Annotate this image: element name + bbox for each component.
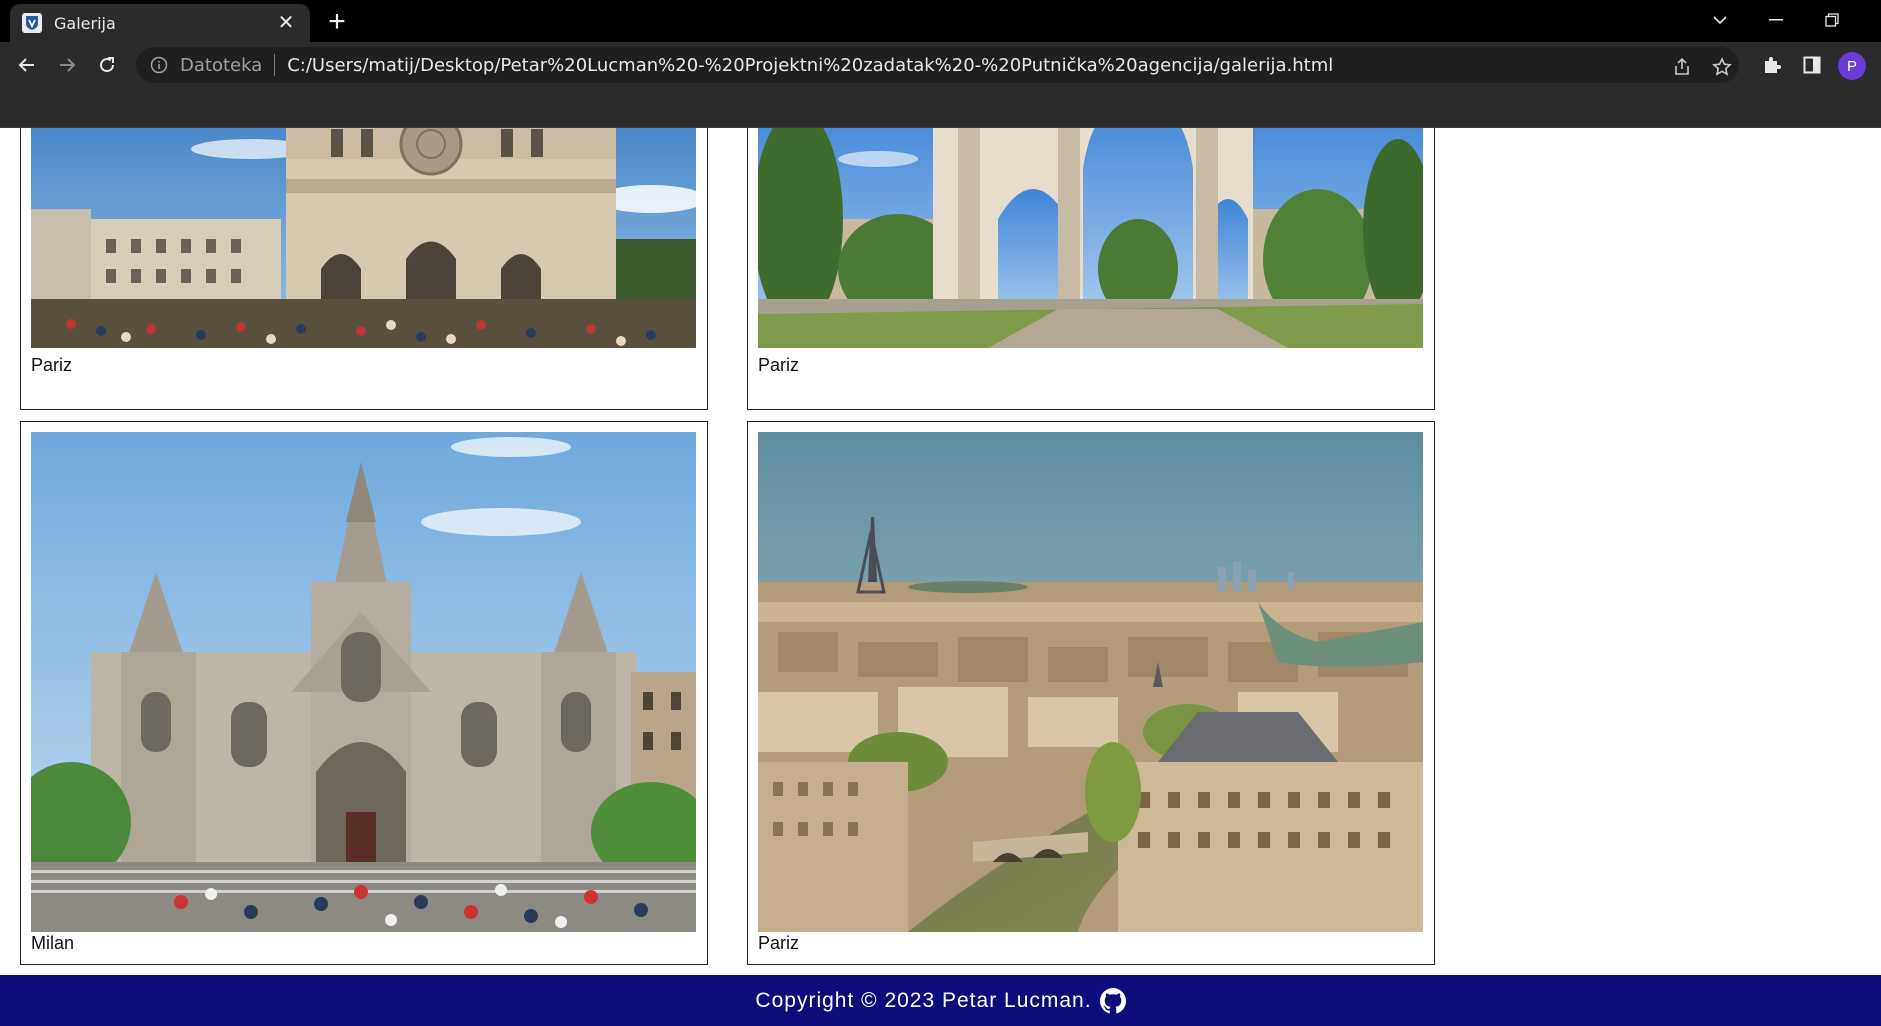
gallery-caption: Pariz bbox=[31, 355, 73, 375]
new-tab-button[interactable]: + bbox=[322, 7, 352, 38]
gallery-card: Pariz bbox=[747, 128, 1435, 410]
gallery-caption: Pariz bbox=[758, 355, 800, 375]
page-content: Pariz Pariz Milan Pariz bbox=[0, 128, 1881, 1026]
omnibox-scheme-label: Datoteka bbox=[180, 54, 263, 76]
gallery-caption: Pariz bbox=[758, 933, 800, 953]
page-footer: Copyright © 2023 Petar Lucman. bbox=[0, 975, 1881, 1026]
notre-dame-photo[interactable] bbox=[31, 128, 696, 348]
share-icon[interactable] bbox=[1670, 55, 1694, 79]
bookmark-star-icon[interactable] bbox=[1710, 55, 1734, 79]
omnibox-divider bbox=[274, 54, 276, 76]
gallery-caption: Milan bbox=[31, 933, 75, 953]
github-icon[interactable] bbox=[1099, 987, 1126, 1014]
gothic-cathedral-photo[interactable] bbox=[31, 432, 696, 932]
minimize-icon[interactable] bbox=[1756, 6, 1796, 34]
forward-arrow-icon[interactable] bbox=[52, 50, 82, 80]
copyright-text: Copyright © 2023 Petar Lucman. bbox=[755, 988, 1092, 1012]
profile-avatar[interactable]: P bbox=[1838, 52, 1866, 80]
tab-search-icon[interactable] bbox=[1700, 6, 1740, 34]
tab-galerija[interactable]: Galerija ✕ bbox=[10, 4, 310, 42]
reload-icon[interactable] bbox=[92, 50, 122, 80]
info-icon[interactable] bbox=[150, 56, 168, 74]
url-text[interactable]: C:/Users/matij/Desktop/Petar%20Lucman%20… bbox=[287, 55, 1333, 76]
tab-strip: Galerija ✕ + bbox=[0, 0, 1881, 42]
favicon-icon bbox=[22, 13, 42, 33]
side-panel-icon[interactable] bbox=[1797, 50, 1827, 80]
gallery-card: Pariz bbox=[20, 128, 708, 410]
bookmarks-bar bbox=[0, 88, 1881, 128]
gallery-card: Pariz bbox=[747, 421, 1435, 965]
restore-icon[interactable] bbox=[1812, 6, 1852, 34]
gallery-card: Milan bbox=[20, 421, 708, 965]
triumphal-arch-photo[interactable] bbox=[758, 128, 1423, 348]
close-tab-icon[interactable]: ✕ bbox=[274, 13, 298, 33]
back-arrow-icon[interactable] bbox=[12, 50, 42, 80]
extensions-icon[interactable] bbox=[1757, 50, 1787, 80]
browser-toolbar: Datoteka C:/Users/matij/Desktop/Petar%20… bbox=[0, 42, 1881, 88]
address-bar[interactable]: Datoteka C:/Users/matij/Desktop/Petar%20… bbox=[136, 47, 1739, 83]
tab-title: Galerija bbox=[54, 13, 116, 33]
paris-skyline-photo[interactable] bbox=[758, 432, 1423, 932]
